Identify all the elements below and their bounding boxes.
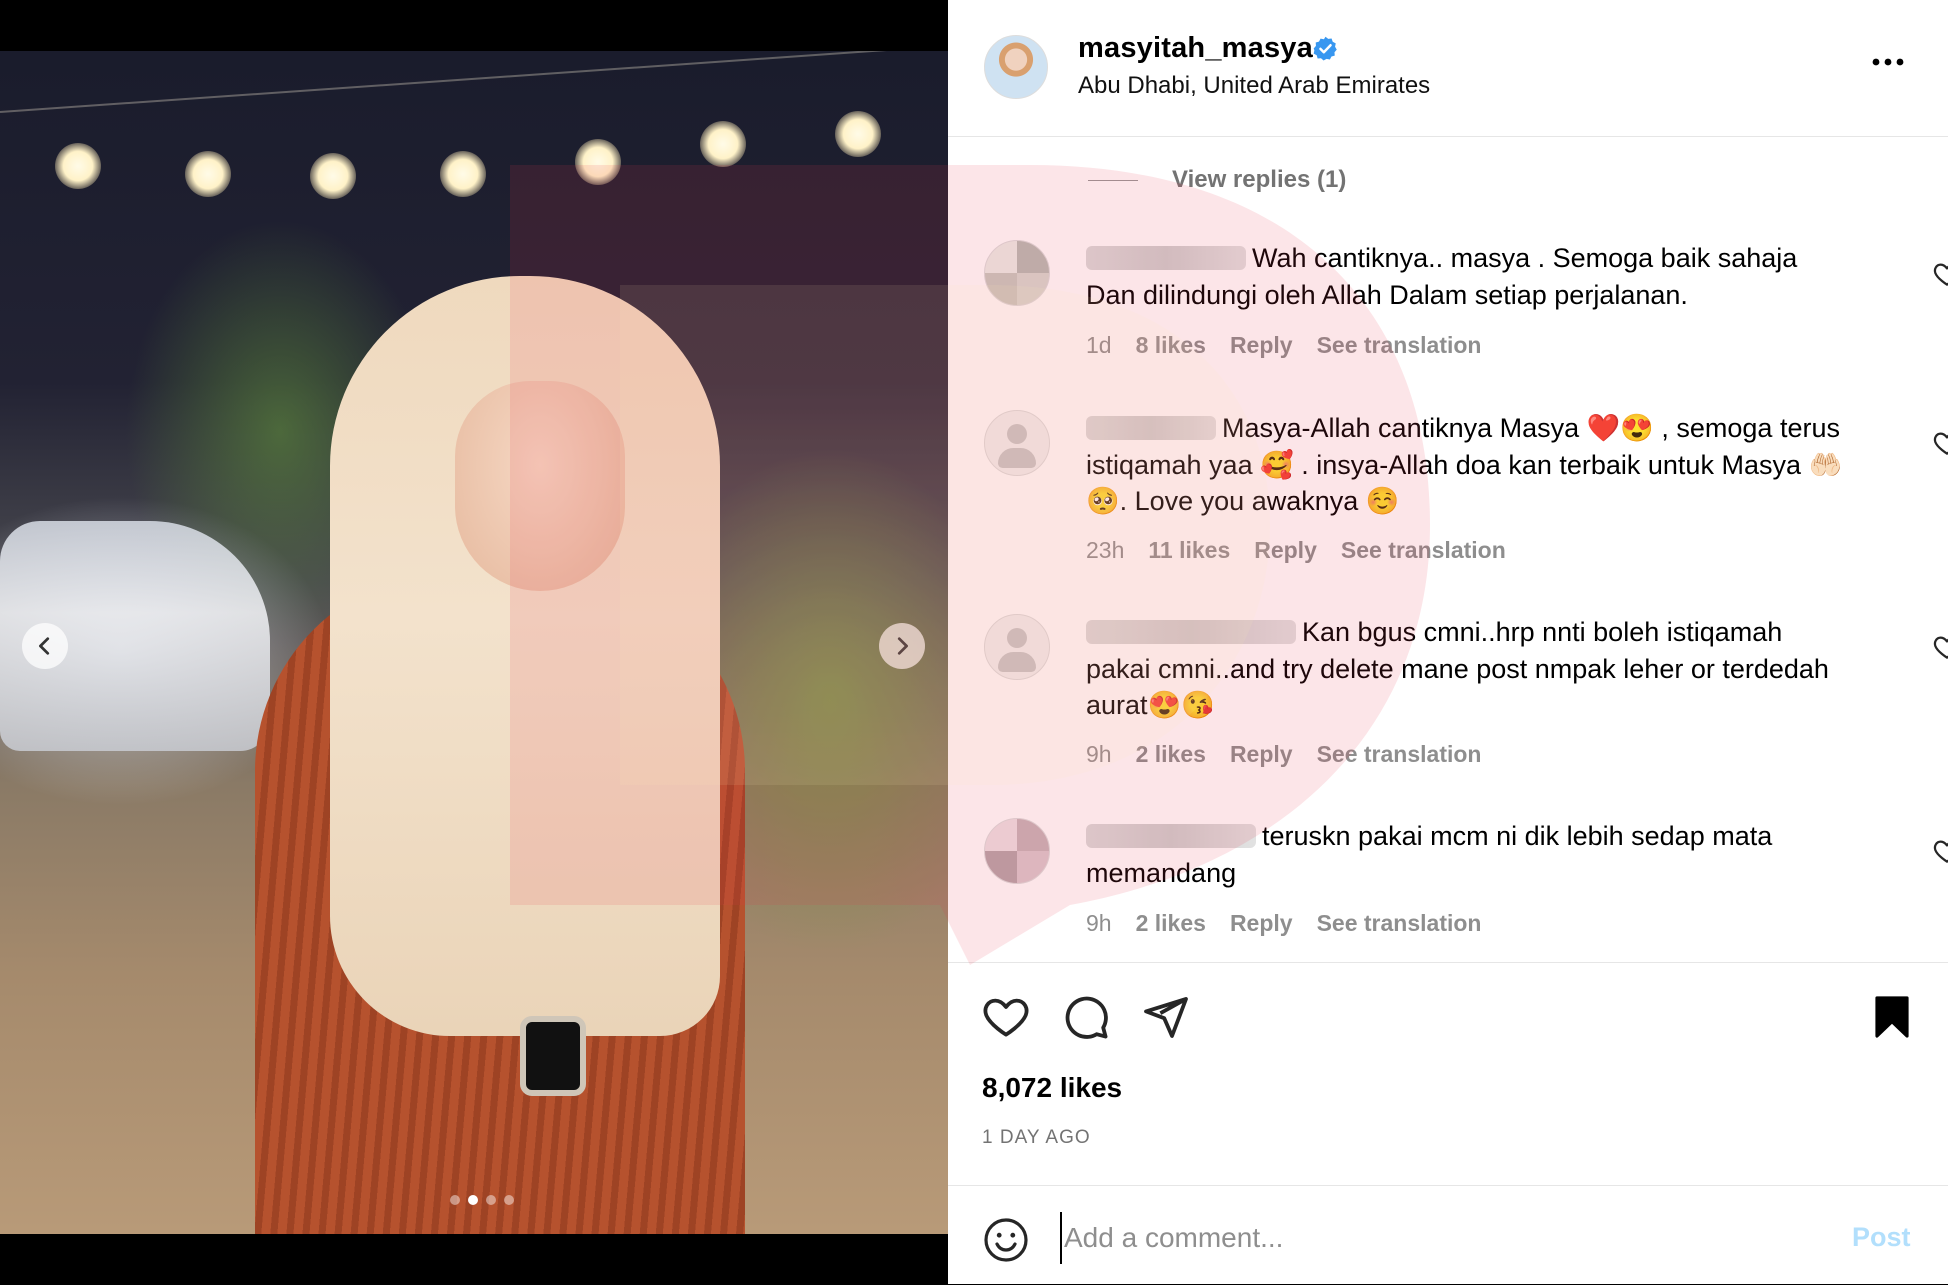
emoji-icon[interactable] [982, 1216, 1030, 1264]
share-icon[interactable] [1142, 993, 1190, 1041]
subject-face [455, 381, 625, 591]
see-translation-button[interactable]: See translation [1341, 537, 1506, 564]
comment-like-heart-icon[interactable] [1932, 428, 1948, 458]
string-light [700, 121, 746, 167]
reply-button[interactable]: Reply [1230, 910, 1293, 937]
comment-like-heart-icon[interactable] [1932, 259, 1948, 289]
string-light [440, 151, 486, 197]
comment-likes[interactable]: 2 likes [1136, 741, 1206, 768]
commenter-avatar[interactable] [984, 410, 1050, 476]
bookmark-icon[interactable] [1868, 993, 1916, 1041]
comment-like-heart-icon[interactable] [1932, 632, 1948, 662]
redacted-username [1086, 620, 1296, 644]
author-username[interactable]: masyitah_masya [1078, 32, 1313, 65]
redacted-username [1086, 416, 1216, 440]
comment-item: teruskn pakai mcm ni dik lebih sedap mat… [984, 818, 1948, 948]
see-translation-button[interactable]: See translation [1317, 332, 1482, 359]
comment-item: Kan bgus cmni..hrp nnti boleh istiqamah … [984, 614, 1948, 784]
commenter-avatar[interactable] [984, 818, 1050, 884]
comment-likes[interactable]: 11 likes [1148, 537, 1230, 564]
view-replies-button[interactable]: View replies (1) [1088, 166, 1346, 194]
like-heart-icon[interactable] [982, 993, 1030, 1041]
carousel-dot-active [468, 1195, 478, 1205]
comment-meta: 9h 2 likes Reply See translation [1086, 910, 1481, 937]
comment-time: 9h [1086, 910, 1112, 936]
view-replies-label: View replies (1) [1172, 166, 1347, 193]
carousel-indicator [450, 1195, 514, 1205]
see-translation-button[interactable]: See translation [1317, 741, 1482, 768]
author-avatar[interactable] [984, 35, 1048, 99]
more-options-icon [1872, 58, 1904, 66]
carousel-next-button[interactable] [879, 623, 925, 669]
divider [948, 962, 1948, 963]
carousel-dot [486, 1195, 496, 1205]
comment-time: 23h [1086, 537, 1125, 563]
string-light [575, 139, 621, 185]
post-media [0, 0, 948, 1284]
comment-item: Wah cantiknya.. masya . Semoga baik saha… [984, 240, 1948, 370]
carousel-prev-button[interactable] [22, 623, 68, 669]
post-location[interactable]: Abu Dhabi, United Arab Emirates [1078, 72, 1430, 100]
post-photo [0, 51, 948, 1234]
post-header: masyitah_masya Abu Dhabi, United Arab Em… [948, 0, 1948, 137]
add-comment-bar: Post [948, 1185, 1948, 1285]
comment-meta: 23h 11 likes Reply See translation [1086, 537, 1506, 564]
reply-button[interactable]: Reply [1254, 537, 1317, 564]
subject-watch [520, 1016, 586, 1096]
commenter-avatar[interactable] [984, 240, 1050, 306]
comment-time: 1d [1086, 332, 1112, 358]
comment-input[interactable] [1060, 1212, 1746, 1264]
reply-button[interactable]: Reply [1230, 332, 1293, 359]
comment-meta: 1d 8 likes Reply See translation [1086, 332, 1481, 359]
comment-item: Masya-Allah cantiknya Masya ❤️😍 , semoga… [984, 410, 1948, 580]
string-light [310, 153, 356, 199]
comment-likes[interactable]: 8 likes [1136, 332, 1206, 359]
string-light [55, 143, 101, 189]
comment-icon[interactable] [1062, 993, 1110, 1041]
comment-like-heart-icon[interactable] [1932, 836, 1948, 866]
redacted-username [1086, 824, 1256, 848]
carousel-dot [504, 1195, 514, 1205]
redacted-username [1086, 246, 1246, 270]
string-light [835, 111, 881, 157]
reply-button[interactable]: Reply [1230, 741, 1293, 768]
comment-likes[interactable]: 2 likes [1136, 910, 1206, 937]
post-details-panel: masyitah_masya Abu Dhabi, United Arab Em… [948, 0, 1948, 1284]
like-count[interactable]: 8,072 likes [982, 1072, 1122, 1104]
comment-meta: 9h 2 likes Reply See translation [1086, 741, 1481, 768]
comment-time: 9h [1086, 741, 1112, 767]
chevron-left-icon [39, 637, 50, 655]
divider [1088, 179, 1138, 181]
post-comment-button[interactable]: Post [1852, 1222, 1911, 1253]
more-options-button[interactable] [1868, 50, 1908, 80]
chevron-right-icon [897, 637, 908, 655]
carousel-dot [450, 1195, 460, 1205]
commenter-avatar[interactable] [984, 614, 1050, 680]
string-light [185, 151, 231, 197]
see-translation-button[interactable]: See translation [1317, 910, 1482, 937]
verified-badge-icon [1313, 36, 1337, 61]
post-date: 1 DAY AGO [982, 1127, 1091, 1148]
